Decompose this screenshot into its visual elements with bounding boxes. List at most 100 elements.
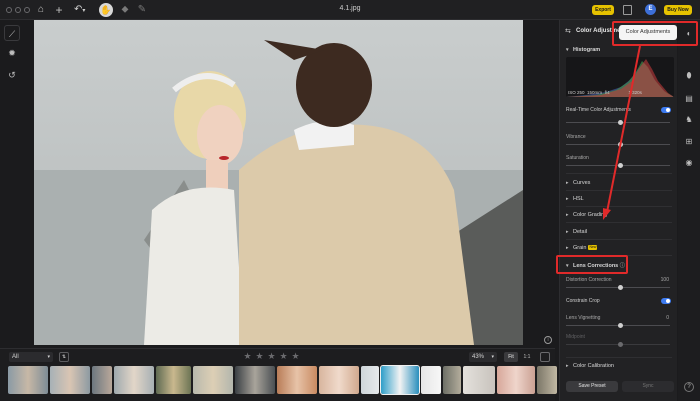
thumbnail[interactable] (463, 366, 495, 394)
slider-knob[interactable] (618, 142, 623, 147)
midpoint-slider[interactable] (566, 342, 670, 347)
thumbnail[interactable] (235, 366, 275, 394)
thumbnail[interactable] (537, 366, 557, 394)
exif-shutter: 1/320s (628, 90, 642, 95)
thumbnail-strip (8, 365, 557, 395)
export-button[interactable]: Export (592, 5, 614, 15)
photo-image (34, 20, 523, 345)
sync-button[interactable]: Sync (622, 381, 674, 392)
annotation-box-lens-corrections (556, 255, 628, 274)
vignetting-label: Lens Vignetting (566, 315, 601, 321)
info-icon[interactable]: i (544, 336, 552, 344)
zoom-select[interactable]: 43% ▾ (469, 352, 497, 362)
realtime-slider[interactable] (566, 120, 670, 125)
thumbnail[interactable] (50, 366, 90, 394)
histogram-title: Histogram (573, 47, 601, 53)
sort-icon[interactable]: ⇅ (59, 352, 69, 362)
chevron-down-icon: ▾ (491, 354, 494, 360)
thumbnail[interactable] (92, 366, 112, 394)
shirt-icon[interactable]: ♞ (684, 115, 694, 125)
slider-knob[interactable] (618, 120, 623, 125)
star-icon[interactable]: ★ (255, 350, 264, 362)
chevron-right-icon: ▸ (566, 196, 569, 202)
avatar[interactable]: E (645, 4, 656, 15)
thumbnail[interactable] (421, 366, 441, 394)
thumbnail[interactable] (497, 366, 535, 394)
hsl-section[interactable]: ▸ HSL (566, 196, 584, 202)
settings-icon[interactable]: ✹ (4, 45, 20, 61)
exif-focal: 150mm (587, 90, 603, 95)
save-preset-button[interactable]: Save Preset (566, 381, 618, 392)
curves-label: Curves (573, 180, 591, 186)
grain-label: Grain (573, 245, 587, 251)
histogram-header[interactable]: ▾ Histogram (566, 47, 600, 53)
buy-now-button[interactable]: Buy Now (664, 5, 692, 15)
thumbnail-selected[interactable] (380, 365, 420, 395)
chevron-right-icon: ▸ (566, 180, 569, 186)
vibrance-label: Vibrance (566, 134, 586, 140)
color-calibration-label: Color Calibration (573, 363, 614, 369)
thumbnail[interactable] (361, 366, 379, 394)
constrain-crop-label: Constrain Crop (566, 298, 600, 304)
curves-section[interactable]: ▸ Curves (566, 180, 590, 186)
annotation-box-color-adjustments (612, 21, 698, 46)
thumbnail[interactable] (8, 366, 48, 394)
one-to-one-button[interactable]: 1:1 (521, 352, 533, 362)
right-toolbar: ◐ ⬮ ▤ ♞ ⊞ ◉ (678, 20, 700, 401)
chevron-down-icon: ▾ (47, 354, 50, 360)
zoom-value: 43% (472, 354, 485, 360)
fit-button[interactable]: Fit (504, 352, 518, 362)
filter-select[interactable]: All ▾ (9, 352, 53, 362)
distortion-slider[interactable] (566, 285, 670, 290)
detail-section[interactable]: ▸ Detail (566, 229, 587, 235)
rating-stars[interactable]: ★ ★ ★ ★ ★ (243, 350, 300, 362)
camera-icon[interactable]: ◉ (684, 158, 694, 168)
vignetting-value[interactable]: 0 (666, 315, 669, 321)
help-icon[interactable]: ? (684, 382, 694, 392)
adjustments-panel: ⇆ Color Adjustments ▾ Histogram ISO 250 1… (559, 20, 677, 401)
thumbnail[interactable] (114, 366, 154, 394)
main-photo[interactable] (34, 20, 523, 345)
slider-knob[interactable] (618, 285, 623, 290)
chevron-right-icon: ▸ (566, 229, 569, 235)
photo-canvas[interactable]: i (23, 20, 555, 345)
distortion-label: Distortion Correction (566, 277, 612, 283)
detail-label: Detail (573, 229, 588, 235)
star-icon[interactable]: ★ (267, 350, 276, 362)
crop-icon[interactable]: ⊞ (684, 137, 694, 147)
exif-iso: ISO 250 (568, 90, 585, 95)
layers-icon[interactable]: ▤ (684, 94, 694, 104)
left-toolbar: ⟋ ✹ ↺ (0, 20, 23, 88)
grain-section[interactable]: ▸ Grain New (566, 245, 598, 251)
panel-toggle-icon[interactable] (540, 352, 550, 362)
slider-knob[interactable] (618, 323, 623, 328)
ai-edit-icon[interactable]: ⟋ (4, 25, 20, 41)
color-grading-section[interactable]: ▸ Color Grading (566, 212, 607, 218)
thumbnail[interactable] (319, 366, 359, 394)
compare-icon[interactable] (623, 5, 632, 15)
star-icon[interactable]: ★ (279, 350, 288, 362)
thumbnail[interactable] (443, 366, 461, 394)
divider (566, 190, 672, 191)
distortion-value[interactable]: 100 (661, 277, 669, 283)
star-icon[interactable]: ★ (243, 350, 252, 362)
chevron-right-icon: ▸ (566, 245, 569, 251)
vignetting-slider[interactable] (566, 323, 670, 328)
thumbnail[interactable] (156, 366, 191, 394)
saturation-slider[interactable] (566, 163, 670, 168)
star-icon[interactable]: ★ (291, 350, 300, 362)
history-icon[interactable]: ↺ (4, 67, 20, 83)
color-calibration-section[interactable]: ▸ Color Calibration (566, 363, 614, 369)
vibrance-slider[interactable] (566, 142, 670, 147)
mask-icon[interactable]: ⬮ (684, 71, 694, 81)
saturation-label: Saturation (566, 155, 589, 161)
slider-knob[interactable] (618, 342, 623, 347)
thumbnail[interactable] (193, 366, 233, 394)
realtime-toggle[interactable] (661, 107, 671, 113)
sliders-icon: ⇆ (565, 28, 571, 35)
constrain-crop-toggle[interactable] (661, 298, 671, 304)
divider (566, 239, 672, 240)
midpoint-label: Midpoint (566, 334, 585, 340)
slider-knob[interactable] (618, 163, 623, 168)
thumbnail[interactable] (277, 366, 317, 394)
